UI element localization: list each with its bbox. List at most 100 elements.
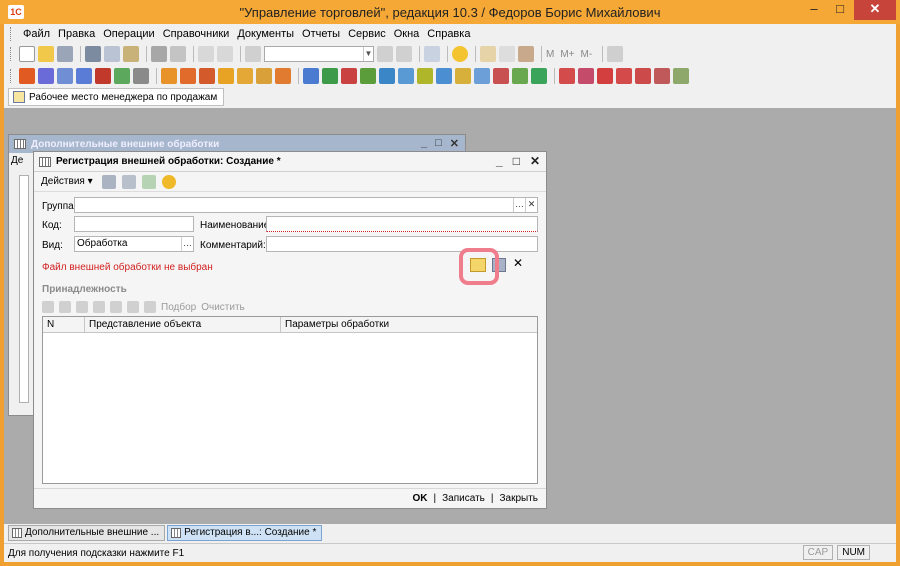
menu-reports[interactable]: Отчеты bbox=[298, 28, 344, 40]
dialog-minimize-button[interactable]: _ bbox=[496, 154, 503, 168]
warehouse-icon[interactable] bbox=[531, 68, 547, 84]
cash-icon[interactable] bbox=[398, 68, 414, 84]
menu-help[interactable]: Справка bbox=[423, 28, 474, 40]
chevron-down-icon[interactable]: ▼ bbox=[363, 47, 373, 61]
add-row-icon[interactable] bbox=[42, 301, 54, 313]
calendar-icon[interactable] bbox=[499, 46, 515, 62]
column-header-params[interactable]: Параметры обработки bbox=[281, 317, 537, 332]
name-field[interactable] bbox=[266, 216, 538, 232]
register-icon[interactable] bbox=[57, 68, 73, 84]
contract-icon[interactable] bbox=[474, 68, 490, 84]
writeoff-icon[interactable] bbox=[341, 68, 357, 84]
group-field[interactable]: … ✕ bbox=[74, 197, 538, 213]
stats-icon[interactable] bbox=[559, 68, 575, 84]
new-document-icon[interactable] bbox=[19, 46, 35, 62]
paste-icon[interactable] bbox=[123, 46, 139, 62]
plan-icon[interactable] bbox=[673, 68, 689, 84]
find-next-icon[interactable] bbox=[377, 46, 393, 62]
returns-icon[interactable] bbox=[199, 68, 215, 84]
menu-documents[interactable]: Документы bbox=[233, 28, 298, 40]
cut-icon[interactable] bbox=[85, 46, 101, 62]
save-icon[interactable] bbox=[57, 46, 73, 62]
select-button[interactable]: … bbox=[181, 237, 193, 251]
report-icon[interactable] bbox=[76, 68, 92, 84]
select-button[interactable]: … bbox=[513, 198, 525, 212]
save-button[interactable]: Записать bbox=[442, 493, 485, 504]
clear-icon[interactable]: ✕ bbox=[525, 198, 537, 212]
profit-icon[interactable] bbox=[654, 68, 670, 84]
table-icon[interactable] bbox=[114, 68, 130, 84]
comment-field[interactable] bbox=[266, 236, 538, 252]
bg-minimize-button[interactable]: _ bbox=[421, 137, 427, 150]
add-icon[interactable] bbox=[141, 174, 156, 189]
balance-icon[interactable] bbox=[616, 68, 632, 84]
copy-icon[interactable] bbox=[104, 46, 120, 62]
document-icon[interactable] bbox=[19, 68, 35, 84]
chart-icon[interactable] bbox=[133, 68, 149, 84]
edit-row-icon[interactable] bbox=[76, 301, 88, 313]
close-form-button[interactable]: Закрыть bbox=[499, 493, 538, 504]
journal-icon[interactable] bbox=[38, 68, 54, 84]
minimize-button[interactable]: – bbox=[800, 0, 828, 20]
inventory-icon[interactable] bbox=[379, 68, 395, 84]
payment-icon[interactable] bbox=[436, 68, 452, 84]
actions-menu-button[interactable]: Действия ▾ bbox=[38, 176, 96, 187]
bg-close-button[interactable]: ✕ bbox=[450, 137, 459, 150]
sales-icon[interactable] bbox=[180, 68, 196, 84]
dialog-maximize-button[interactable]: □ bbox=[513, 154, 520, 168]
orders-icon[interactable] bbox=[161, 68, 177, 84]
undo-icon[interactable] bbox=[198, 46, 214, 62]
tools-icon[interactable] bbox=[607, 46, 624, 62]
bookmark-icon[interactable] bbox=[95, 68, 111, 84]
bank-icon[interactable] bbox=[417, 68, 433, 84]
goods-icon[interactable] bbox=[237, 68, 253, 84]
invoice-icon[interactable] bbox=[218, 68, 234, 84]
select-items-button[interactable]: Подбор bbox=[161, 302, 196, 313]
transfer-icon[interactable] bbox=[360, 68, 376, 84]
code-field[interactable] bbox=[74, 216, 194, 232]
sort-desc-icon[interactable] bbox=[110, 301, 122, 313]
help-icon[interactable] bbox=[161, 174, 176, 189]
receipt-icon[interactable] bbox=[322, 68, 338, 84]
move-down-icon[interactable] bbox=[144, 301, 156, 313]
purchase-icon[interactable] bbox=[303, 68, 319, 84]
refresh-icon[interactable] bbox=[121, 174, 136, 189]
menu-catalogs[interactable]: Справочники bbox=[159, 28, 234, 40]
close-button[interactable]: ✕ bbox=[854, 0, 896, 20]
debt-icon[interactable] bbox=[597, 68, 613, 84]
discount-icon[interactable] bbox=[275, 68, 291, 84]
print-icon[interactable] bbox=[151, 46, 167, 62]
menu-service[interactable]: Сервис bbox=[344, 28, 390, 40]
column-header-object[interactable]: Представление объекта bbox=[85, 317, 281, 332]
info-icon[interactable] bbox=[452, 46, 468, 62]
find-prev-icon[interactable] bbox=[396, 46, 412, 62]
delete-row-icon[interactable] bbox=[59, 301, 71, 313]
search-input[interactable]: ▼ bbox=[264, 46, 374, 62]
analysis-icon[interactable] bbox=[578, 68, 594, 84]
customers-icon[interactable] bbox=[512, 68, 528, 84]
move-up-icon[interactable] bbox=[127, 301, 139, 313]
memory-label[interactable]: M bbox=[546, 49, 554, 60]
turnover-icon[interactable] bbox=[635, 68, 651, 84]
delete-file-icon[interactable]: ✕ bbox=[512, 256, 524, 270]
kind-field[interactable]: Обработка … bbox=[74, 236, 194, 252]
sales-manager-workplace-tab[interactable]: Рабочее место менеджера по продажам bbox=[8, 88, 225, 106]
task-registration[interactable]: Регистрация в...: Создание * bbox=[167, 525, 323, 541]
search-icon[interactable] bbox=[245, 46, 261, 62]
bg-maximize-button[interactable]: □ bbox=[435, 137, 442, 150]
open-folder-icon[interactable] bbox=[38, 46, 54, 62]
preview-icon[interactable] bbox=[170, 46, 186, 62]
memory-plus-label[interactable]: M+ bbox=[560, 49, 574, 60]
save-icon[interactable] bbox=[101, 174, 116, 189]
sort-asc-icon[interactable] bbox=[93, 301, 105, 313]
menu-operations[interactable]: Операции bbox=[99, 28, 158, 40]
memory-minus-label[interactable]: M- bbox=[581, 49, 593, 60]
settlement-icon[interactable] bbox=[493, 68, 509, 84]
users-icon[interactable] bbox=[518, 46, 534, 62]
ok-button[interactable]: OK bbox=[413, 493, 428, 504]
redo-icon[interactable] bbox=[217, 46, 233, 62]
payroll-icon[interactable] bbox=[455, 68, 471, 84]
clear-items-button[interactable]: Очистить bbox=[201, 302, 245, 313]
dialog-close-button[interactable]: ✕ bbox=[530, 154, 540, 168]
window-icon[interactable] bbox=[424, 46, 440, 62]
